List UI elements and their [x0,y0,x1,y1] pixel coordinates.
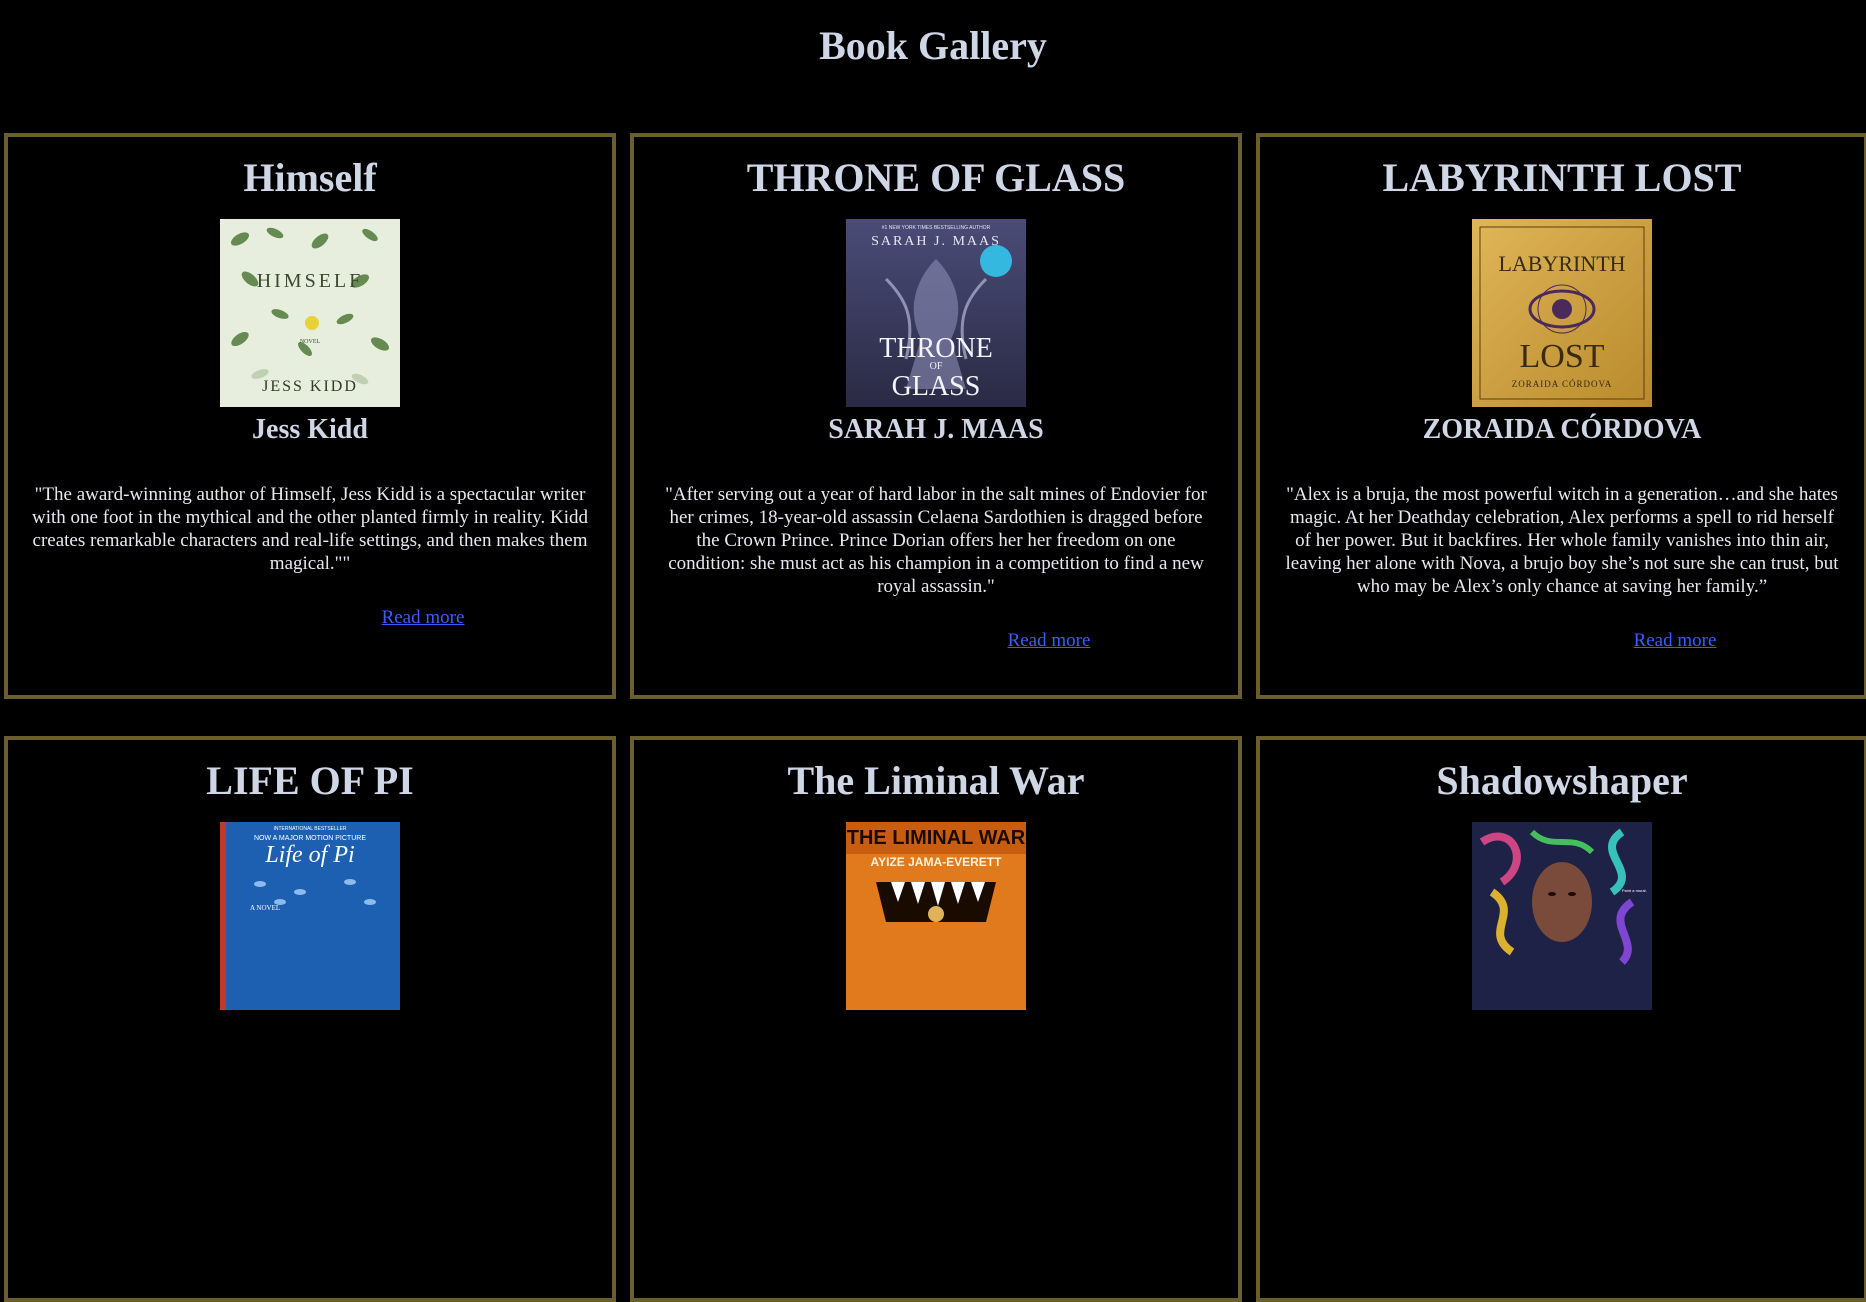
book-cover-image: HIMSELF NOVEL JESS KIDD [220,219,400,407]
svg-text:LABYRINTH: LABYRINTH [1498,251,1625,276]
read-more-link[interactable]: Read more [8,607,612,629]
book-cover-image: THE LIMINAL WAR AYIZE JAMA-EVERETT [846,822,1026,1010]
svg-text:HIMSELF: HIMSELF [257,270,364,292]
svg-text:THRONE: THRONE [879,333,993,364]
book-author: ZORAIDA CÓRDOVA [1422,414,1702,445]
svg-text:SARAH J. MAAS: SARAH J. MAAS [871,234,1001,249]
svg-text:Life of Pi: Life of Pi [264,842,354,868]
book-author: Jess Kidd [252,414,368,445]
book-cover-image: Paint a mural. [1472,822,1652,1010]
book-card: Shadowshaper Paint a mural. [1256,736,1866,1302]
book-title: LIFE OF PI [206,758,414,803]
read-more-link[interactable]: Read more [1260,630,1864,652]
book-description: "The award-winning author of Himself, Je… [32,484,588,574]
book-card: Himself HIMSELF NOVEL JESS KIDD Jess Kid… [4,133,616,699]
book-cover-image: LABYRINTH LOST ZORAIDA CÓRDOVA [1472,219,1652,407]
svg-text:JESS KIDD: JESS KIDD [262,378,358,395]
book-title: Shadowshaper [1436,758,1688,803]
svg-text:ZORAIDA CÓRDOVA: ZORAIDA CÓRDOVA [1512,379,1613,389]
book-title: Himself [243,155,377,200]
book-title: LABYRINTH LOST [1382,155,1742,200]
book-cover-image: INTERNATIONAL BESTSELLER NOW A MAJOR MOT… [220,822,400,1010]
book-title: The Liminal War [787,758,1085,803]
read-more-link[interactable]: Read more [634,630,1238,652]
book-title: THRONE OF GLASS [746,155,1126,200]
book-card: The Liminal War THE LIMINAL WAR AYIZE JA… [630,736,1242,1302]
svg-text:NOW A MAJOR MOTION PICTURE: NOW A MAJOR MOTION PICTURE [254,835,366,842]
book-description: "Alex is a bruja, the most powerful witc… [1285,484,1839,597]
page-title: Book Gallery [819,23,1047,68]
svg-text:INTERNATIONAL BESTSELLER: INTERNATIONAL BESTSELLER [273,826,346,832]
book-card: LABYRINTH LOST LABYRINTH LOST ZORAIDA CÓ… [1256,133,1866,699]
svg-text:#1 NEW YORK TIMES BESTSELLING: #1 NEW YORK TIMES BESTSELLING AUTHOR [882,225,991,231]
svg-text:NOVEL: NOVEL [300,339,321,345]
book-author: SARAH J. MAAS [828,414,1044,445]
book-card: THRONE OF GLASS #1 NEW YORK TIMES BESTSE… [630,133,1242,699]
book-cover-image: #1 NEW YORK TIMES BESTSELLING AUTHOR SAR… [846,219,1026,407]
svg-text:GLASS: GLASS [892,371,981,402]
svg-text:THE LIMINAL WAR: THE LIMINAL WAR [847,827,1026,849]
svg-text:A NOVEL: A NOVEL [250,904,280,912]
book-description: "After serving out a year of hard labor … [665,484,1207,597]
svg-text:AYIZE JAMA-EVERETT: AYIZE JAMA-EVERETT [871,855,1003,869]
svg-text:LOST: LOST [1520,338,1605,375]
book-card: LIFE OF PI INTERNATIONAL BESTSELLER NOW … [4,736,616,1302]
svg-text:Paint a mural.: Paint a mural. [1622,888,1647,893]
